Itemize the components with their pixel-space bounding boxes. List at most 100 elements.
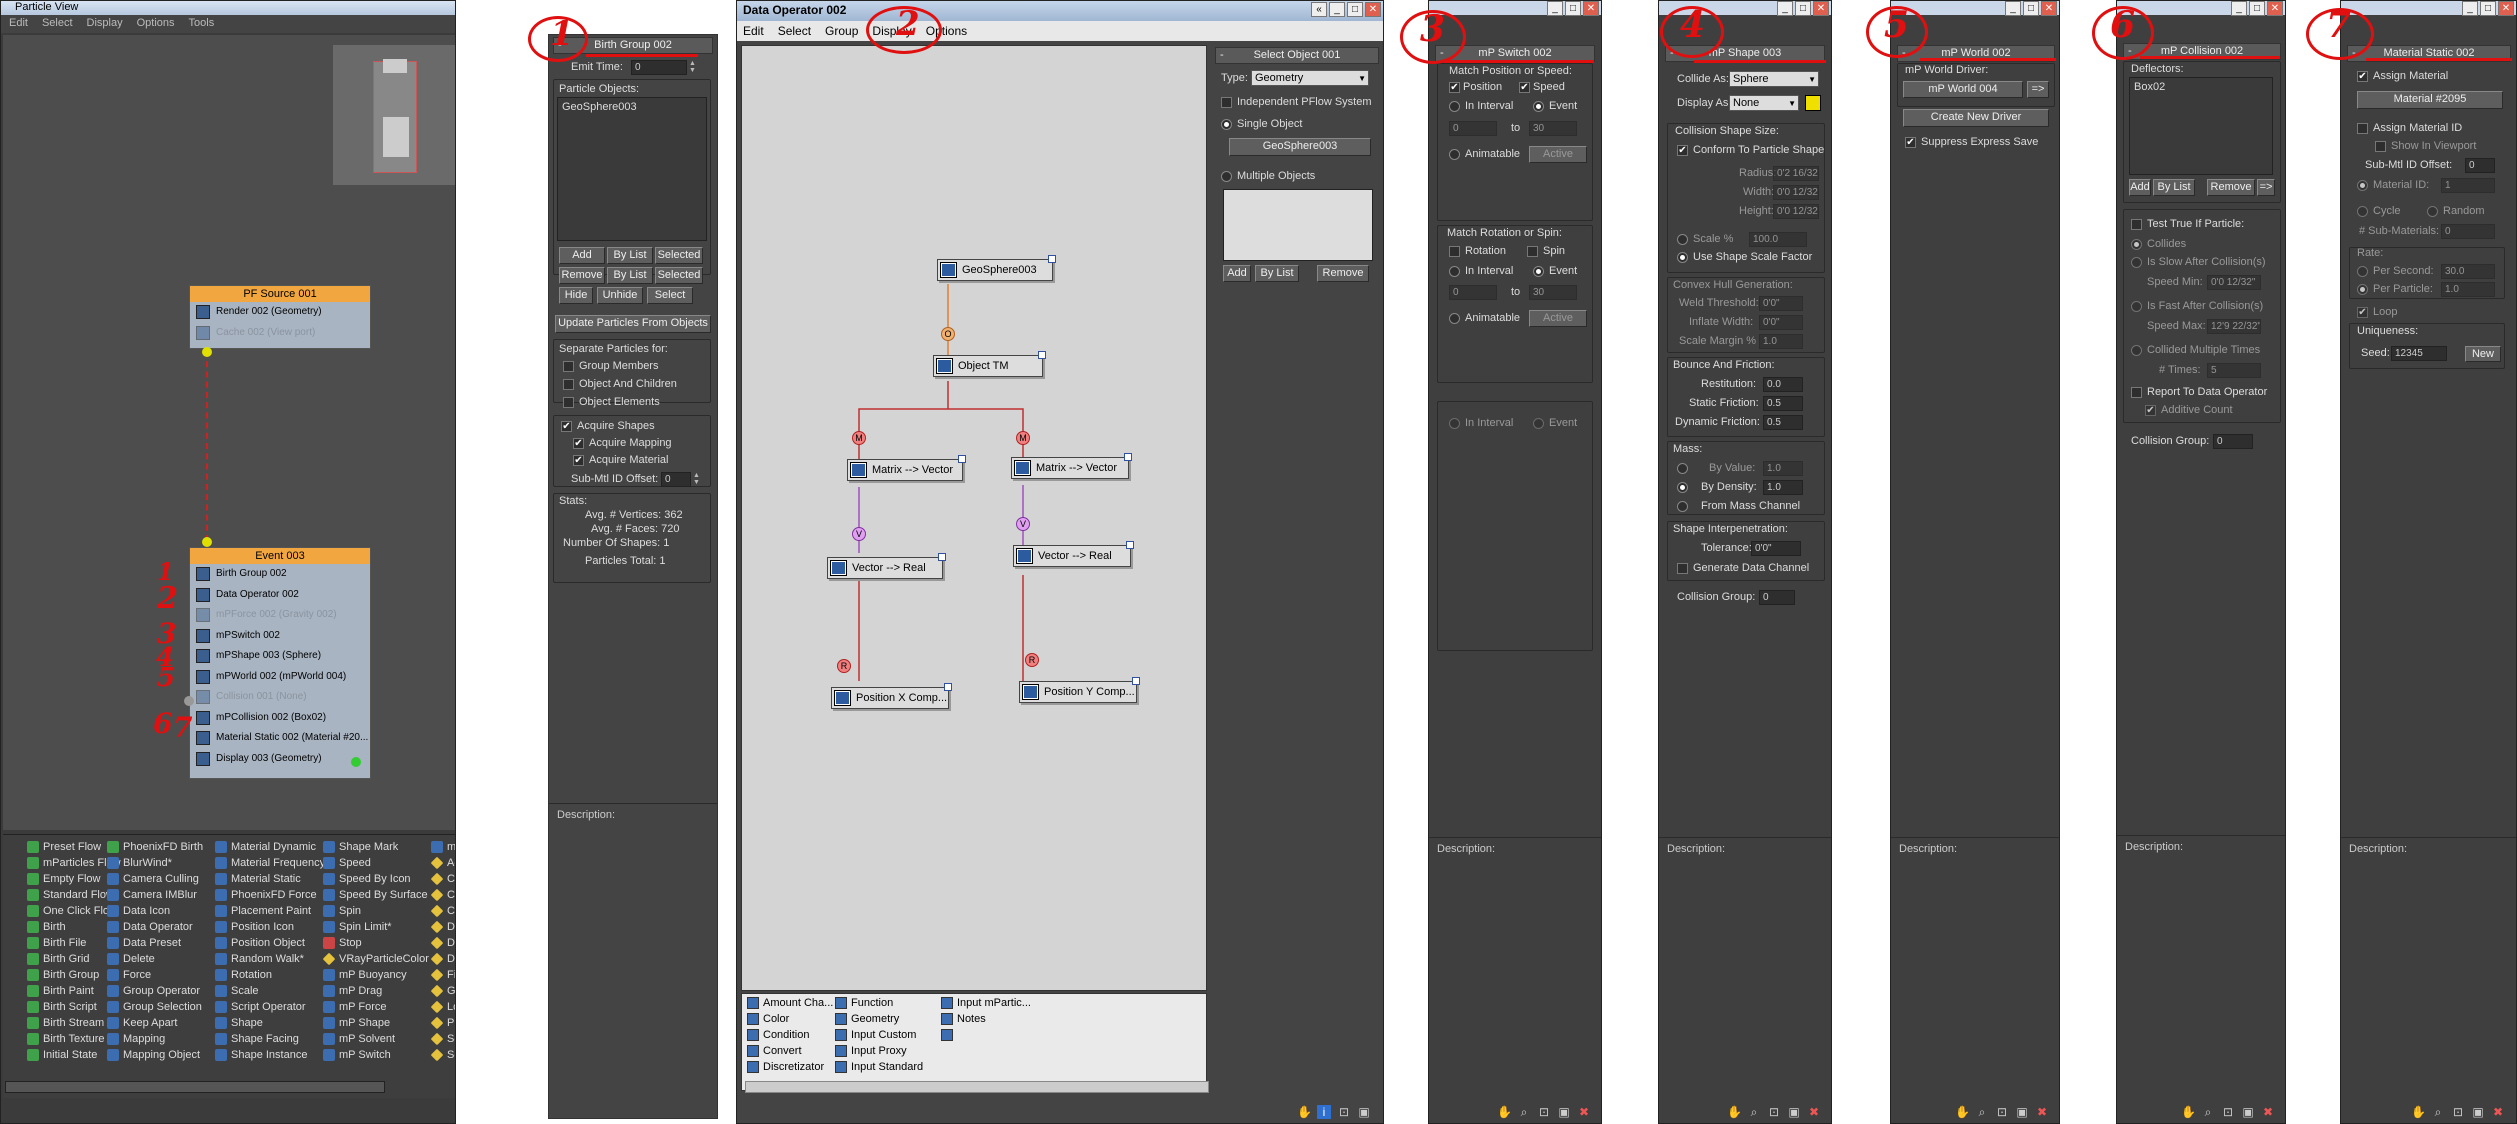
matrix-vector-node-1[interactable]: Matrix --> Vector [847, 455, 966, 481]
depot-item[interactable]: Position Icon [215, 919, 294, 935]
depot-item[interactable]: Shape Mark [323, 839, 398, 855]
by-list-button[interactable]: By List [607, 267, 653, 284]
zoom-extents-icon[interactable]: ▣ [2471, 1105, 2485, 1119]
depot-item[interactable]: Birth Group [27, 967, 99, 983]
event-radio[interactable] [1533, 418, 1544, 429]
depot-item[interactable]: Material Static [215, 871, 301, 887]
operator-category[interactable]: Input mPartic... [941, 995, 1031, 1011]
conn-r2[interactable]: R [1025, 653, 1039, 667]
depot-item[interactable]: mP Force [323, 999, 386, 1015]
event-row[interactable]: mPWorld 002 (mPWorld 004) [190, 667, 370, 688]
multiple-objects-radio[interactable] [1221, 171, 1232, 182]
hand-icon[interactable]: ✋ [1727, 1105, 1742, 1119]
in-interval-radio[interactable] [1449, 101, 1460, 112]
pf-source-node[interactable]: PF Source 001 Render 002 (Geometry) Cach… [189, 285, 371, 349]
operator-category[interactable]: Geometry [835, 1011, 899, 1027]
maximize-icon[interactable]: □ [2249, 1, 2265, 16]
depot-item[interactable]: Scale Test [430, 1031, 455, 1047]
geosphere-node[interactable]: GeoSphere003 [937, 255, 1056, 281]
show-vp-checkbox[interactable] [2375, 141, 2386, 152]
zoom-extents-icon[interactable]: ▣ [2015, 1105, 2029, 1119]
depot-item[interactable]: Data Icon [107, 903, 170, 919]
conn-m2[interactable]: M [1016, 431, 1030, 445]
hand-icon[interactable]: ✋ [2181, 1105, 2196, 1119]
additive-checkbox[interactable]: ✔ [2145, 405, 2156, 416]
conform-checkbox[interactable]: ✔ [1677, 145, 1688, 156]
depot-item[interactable]: Script Test [430, 1047, 455, 1063]
update-particles-button[interactable]: Update Particles From Objects [555, 315, 711, 333]
unhide-button[interactable]: Unhide [597, 287, 643, 304]
operator-category[interactable]: Discretizator [747, 1059, 824, 1075]
operator-category[interactable]: Amount Cha... [747, 995, 833, 1011]
close-icon[interactable]: ✕ [1583, 1, 1599, 16]
slow-radio[interactable] [2131, 257, 2142, 268]
depot-item[interactable]: Speed By Surface [323, 887, 428, 903]
submtl-field[interactable]: 0 [2465, 158, 2495, 173]
depot-item[interactable]: Group Selection [107, 999, 202, 1015]
node-pin[interactable] [944, 683, 952, 691]
submtl-field[interactable]: 0 [661, 472, 691, 487]
node-pin[interactable] [1126, 541, 1134, 549]
output-socket[interactable] [202, 347, 212, 357]
collides-radio[interactable] [2131, 239, 2142, 250]
vector-real-node-2[interactable]: Vector --> Real [1013, 541, 1134, 567]
event-row[interactable]: Display 003 (Geometry) [190, 749, 370, 770]
gen-data-checkbox[interactable] [1677, 563, 1688, 574]
event-node[interactable]: Event 003 Birth Group 002 Data Operator 0… [189, 547, 371, 779]
group-members-checkbox[interactable] [563, 361, 574, 372]
add-button[interactable]: Add [2129, 179, 2151, 196]
color-swatch[interactable] [1805, 95, 1821, 111]
by-density-field[interactable]: 1.0 [1763, 480, 1803, 495]
add-button[interactable]: Add [1223, 265, 1251, 282]
depot-item[interactable]: Material Dynamic [215, 839, 316, 855]
depot-item[interactable]: mP Drag [323, 983, 382, 999]
acquire-material-checkbox[interactable]: ✔ [573, 455, 584, 466]
object-tm-node[interactable]: Object TM [933, 351, 1046, 377]
conn-m1[interactable]: M [852, 431, 866, 445]
close-icon[interactable]: ✖ [2035, 1105, 2049, 1119]
operator-category[interactable]: Color [747, 1011, 789, 1027]
event-radio[interactable] [1533, 266, 1544, 277]
operator-category[interactable] [941, 1027, 957, 1043]
remove-button[interactable]: Remove [559, 267, 605, 284]
emit-time-field[interactable]: 0 [631, 60, 687, 75]
scale-radio[interactable] [1677, 234, 1688, 245]
display-as-dropdown[interactable]: None [1729, 95, 1799, 111]
depot-item[interactable]: PhoenixFD Force [215, 887, 317, 903]
weld-field[interactable]: 0'0" [1759, 296, 1803, 311]
dynamic-field[interactable]: 0.5 [1763, 415, 1803, 430]
new-seed-button[interactable]: New [2465, 346, 2501, 362]
depot-item[interactable]: Initial State [27, 1047, 97, 1063]
width-field[interactable]: 0'0 12/32" [1773, 185, 1819, 200]
close-icon[interactable]: ✖ [1577, 1105, 1591, 1119]
depot-item[interactable]: PhoenixFD Birth [107, 839, 203, 855]
depot-item[interactable]: Stop [323, 935, 362, 951]
depot-item[interactable]: Material Frequency [215, 855, 325, 871]
scale-field[interactable]: 100.0 [1749, 232, 1807, 247]
minimize-icon[interactable]: _ [1777, 1, 1793, 16]
event-row[interactable]: Birth Group 002 [190, 564, 370, 585]
driver-button[interactable]: mP World 004 [1903, 81, 2023, 98]
depot-item[interactable]: Birth Texture [27, 1031, 105, 1047]
event-row[interactable]: mPShape 003 (Sphere) [190, 646, 370, 667]
node-pin[interactable] [1132, 677, 1140, 685]
depot-item[interactable]: Birth Script [27, 999, 97, 1015]
depot-item[interactable]: Data Icon Test [430, 919, 455, 935]
depot-item[interactable]: Collision [430, 871, 455, 887]
material-button[interactable]: Material #2095 [2357, 91, 2503, 109]
inflate-field[interactable]: 0'0" [1759, 315, 1803, 330]
remove-button[interactable]: Remove [2207, 179, 2255, 196]
depot-item[interactable]: Empty Flow [27, 871, 100, 887]
depot-item[interactable]: Position Object [215, 935, 305, 951]
depot-item[interactable]: Random Walk* [215, 951, 304, 967]
loop-checkbox[interactable]: ✔ [2357, 307, 2368, 318]
depot-item[interactable]: Keep Apart [107, 1015, 177, 1031]
minimize-icon[interactable]: _ [1547, 1, 1563, 16]
maximize-icon[interactable]: □ [1795, 1, 1811, 16]
material-id-radio[interactable] [2357, 180, 2368, 191]
depot-item[interactable]: Scale [215, 983, 259, 999]
close-icon[interactable]: ✖ [1807, 1105, 1821, 1119]
pf-source-row[interactable]: Cache 002 (View port) [190, 323, 370, 344]
pick-arrow-button[interactable]: => [2257, 179, 2275, 196]
depot-item[interactable]: Birth Grid [27, 951, 89, 967]
